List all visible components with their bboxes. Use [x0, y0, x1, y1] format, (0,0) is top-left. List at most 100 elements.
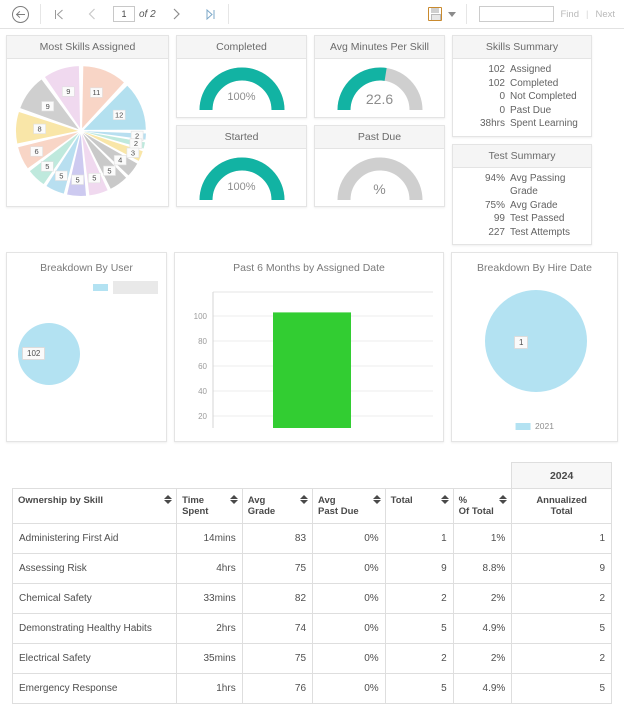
summary-label: Test Attempts [505, 226, 570, 240]
sort-toggle-icon[interactable] [230, 495, 238, 504]
sort-toggle-icon[interactable] [164, 495, 172, 504]
list-item: 227 Test Attempts [459, 226, 585, 240]
gauge-started: 100% [177, 149, 306, 207]
list-item: 102 Assigned [459, 63, 585, 77]
column-label: Ownership by Skill [18, 495, 103, 506]
find-next-link[interactable]: Next [595, 9, 615, 20]
circle-back-arrow-icon [12, 6, 29, 23]
cell-skill-name: Chemical Safety [13, 584, 177, 614]
page-total-label: of 2 [139, 9, 156, 20]
skills-summary-panel: Skills Summary 102 Assigned 102 Complete… [452, 35, 592, 137]
previous-page-button[interactable] [75, 0, 109, 28]
find-link[interactable]: Find [561, 9, 579, 20]
last-page-icon [205, 9, 216, 20]
cell-time-spent: 2hrs [177, 614, 243, 644]
cell-annualized-total: 5 [512, 674, 612, 704]
bar[interactable] [273, 312, 351, 428]
column-header-total[interactable]: Total [385, 489, 453, 524]
gauge-panel-avg-minutes-per-skill: Avg Minutes Per Skill 22.6 [314, 35, 445, 118]
cell-pct-of-total: 8.8% [453, 554, 512, 584]
panel-title: Past Due [315, 126, 444, 149]
back-button[interactable] [0, 0, 40, 28]
summary-label: Avg Grade [505, 199, 558, 213]
y-tick-label: 60 [198, 362, 207, 371]
gauge-panel-started: Started 100% [176, 125, 307, 208]
export-menu-button[interactable] [418, 0, 466, 28]
first-page-button[interactable] [41, 0, 75, 28]
gauge-past-due: % [315, 149, 444, 207]
summary-value: 227 [459, 226, 505, 240]
bubble-chart-user[interactable] [7, 299, 168, 439]
column-header-avg-past-due[interactable]: Avg Past Due [313, 489, 386, 524]
cell-total: 9 [385, 554, 453, 584]
bubble[interactable] [485, 290, 587, 392]
group-header-spacer [13, 463, 512, 489]
bubble-value-label: 1 [514, 336, 528, 349]
find-bar: Find | Next [467, 0, 624, 28]
list-item: 75% Avg Grade [459, 199, 585, 213]
pie-slice-label: 9 [46, 102, 50, 111]
page-number-input[interactable] [113, 6, 135, 22]
bubble-chart-hire[interactable] [452, 279, 619, 409]
list-item: 102 Completed [459, 77, 585, 91]
cell-avg-past-due: 0% [313, 614, 386, 644]
column-label: Total [391, 495, 413, 506]
pie-slice-label: 8 [38, 125, 42, 134]
cell-skill-name: Demonstrating Healthy Habits [13, 614, 177, 644]
gauge-value: % [315, 181, 444, 197]
column-header-avg-grade[interactable]: Avg Grade [242, 489, 312, 524]
pie-slice-label: 3 [131, 148, 135, 157]
prev-page-icon [87, 8, 98, 20]
panel-title: Past 6 Months by Assigned Date [175, 253, 443, 276]
cell-time-spent: 35mins [177, 644, 243, 674]
cell-avg-past-due: 0% [313, 524, 386, 554]
column-label: Annualized [536, 495, 587, 506]
legend-swatch [93, 284, 108, 291]
pie-chart[interactable]: 11122234555556899 [7, 59, 168, 202]
column-label: % [459, 495, 467, 506]
bar-chart-svg[interactable]: 100 80 60 40 20 [175, 276, 443, 438]
toolbar-spacer [229, 0, 418, 28]
report-canvas: Most Skills Assigned 11122234555556899 C… [0, 29, 624, 704]
cell-total: 1 [385, 524, 453, 554]
cell-time-spent: 4hrs [177, 554, 243, 584]
cell-time-spent: 33mins [177, 584, 243, 614]
panel-title: Breakdown By User [7, 253, 166, 276]
legend-label-redacted [113, 281, 158, 294]
pie-slice-label: 5 [107, 166, 111, 175]
sort-toggle-icon[interactable] [373, 495, 381, 504]
table-row: Demonstrating Healthy Habits2hrs740%54.9… [13, 614, 612, 644]
cell-skill-name: Electrical Safety [13, 644, 177, 674]
panel-title: Avg Minutes Per Skill [315, 36, 444, 59]
last-page-button[interactable] [194, 0, 228, 28]
gauges-row-top: Completed 100% Avg Minutes Per Skill [176, 35, 445, 118]
sort-toggle-icon[interactable] [300, 495, 308, 504]
column-label-line2: Total [551, 506, 573, 517]
column-header-pct-of-total[interactable]: % Of Total [453, 489, 512, 524]
panel-title: Started [177, 126, 306, 149]
group-header-2024: 2024 [512, 463, 612, 489]
panel-title: Skills Summary [453, 36, 591, 59]
summary-value: 38hrs [459, 117, 505, 131]
cell-skill-name: Administering First Aid [13, 524, 177, 554]
sort-toggle-icon[interactable] [499, 495, 507, 504]
legend-label: 2021 [535, 421, 554, 431]
cell-annualized-total: 5 [512, 614, 612, 644]
y-tick-label: 100 [194, 312, 208, 321]
next-page-button[interactable] [160, 0, 194, 28]
column-header-ownership-by-skill[interactable]: Ownership by Skill [13, 489, 177, 524]
table-header-row: Ownership by Skill Time Spent Avg Grade [13, 489, 612, 524]
sort-toggle-icon[interactable] [441, 495, 449, 504]
breakdown-by-user-panel: Breakdown By User 102 [6, 252, 167, 442]
column-header-time-spent[interactable]: Time Spent [177, 489, 243, 524]
gauge-value: 22.6 [315, 91, 444, 107]
summary-label: Test Passed [505, 212, 564, 226]
list-item: 0 Past Due [459, 104, 585, 118]
pie-slice-label: 5 [92, 174, 96, 183]
column-label: Avg [248, 495, 266, 506]
pie-chart-svg: 11122234555556899 [7, 59, 168, 202]
cell-annualized-total: 2 [512, 584, 612, 614]
cell-skill-name: Emergency Response [13, 674, 177, 704]
panel-title: Most Skills Assigned [7, 36, 168, 59]
search-input[interactable] [479, 6, 554, 22]
